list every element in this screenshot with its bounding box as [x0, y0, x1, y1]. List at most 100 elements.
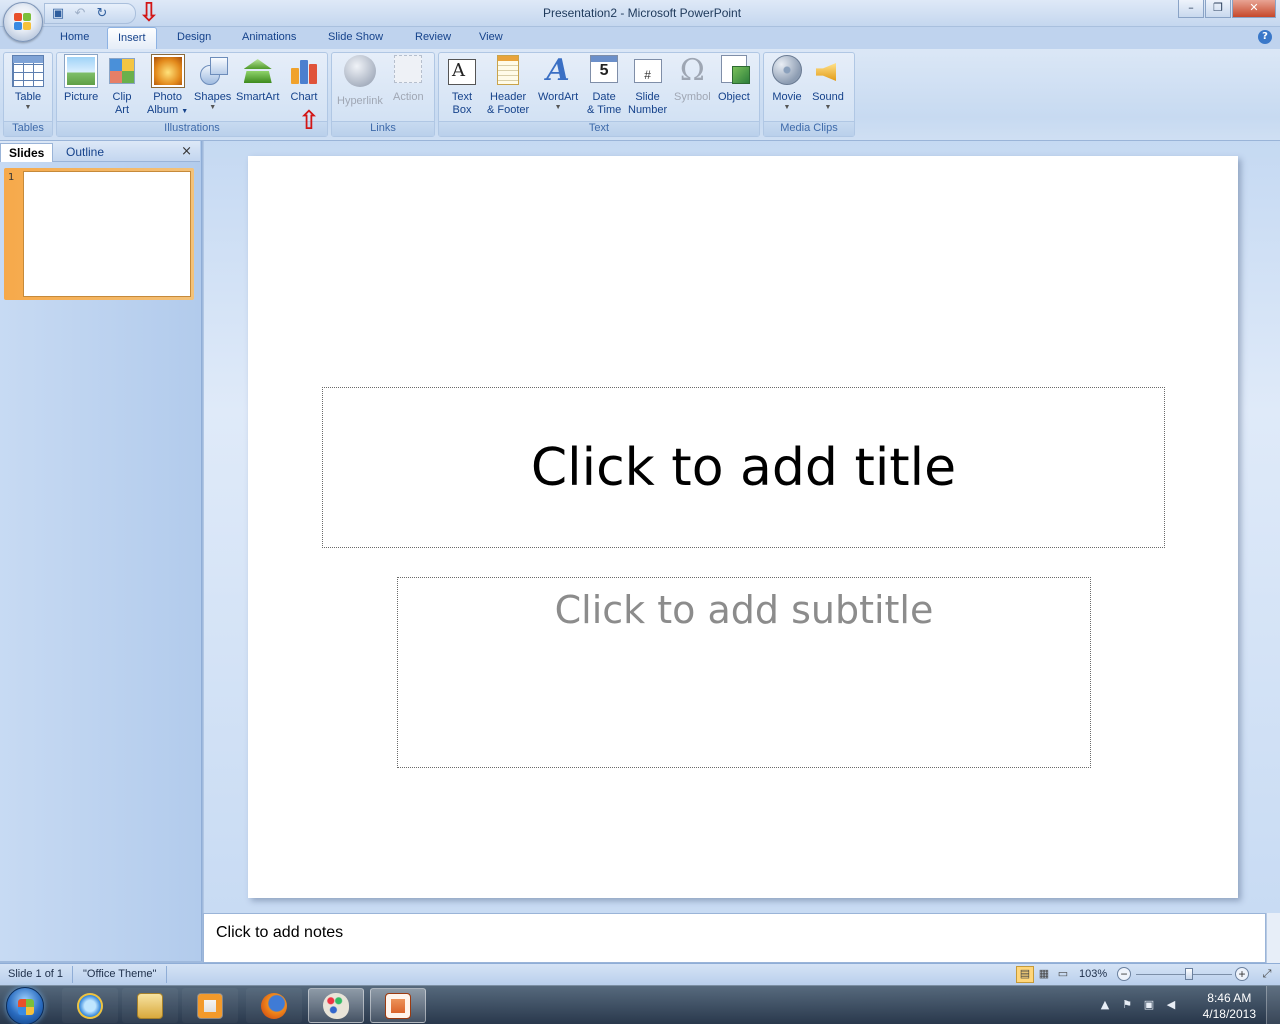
zoom-level[interactable]: 103% — [1079, 968, 1107, 980]
shapes-icon — [197, 55, 229, 87]
folder-icon — [137, 992, 163, 1019]
group-label-media-clips: Media Clips — [764, 121, 854, 136]
show-desktop-button[interactable] — [1266, 986, 1280, 1024]
object-button[interactable]: Object — [718, 55, 750, 104]
object-icon — [720, 55, 750, 84]
table-button[interactable]: Table ▼ — [12, 55, 44, 112]
fit-to-window-icon[interactable]: ⤢ — [1258, 966, 1276, 983]
group-label-links: Links — [332, 121, 434, 136]
action-star-icon — [394, 55, 423, 83]
smartart-button[interactable]: SmartArt — [236, 55, 279, 104]
speaker-icon — [812, 55, 844, 87]
slide-sorter-view-icon[interactable]: ▦ — [1035, 966, 1053, 983]
network-icon[interactable]: ▣ — [1142, 998, 1156, 1012]
calendar-clock-icon: 5 — [590, 55, 619, 83]
photo-album-button[interactable]: Photo Album ▼ — [147, 54, 189, 118]
taskbar-file-explorer[interactable] — [122, 988, 178, 1023]
tab-view[interactable]: View — [479, 31, 503, 43]
taskbar-internet-explorer[interactable] — [62, 988, 118, 1023]
taskbar-clock[interactable]: 8:46 AM 4/18/2013 — [1203, 990, 1256, 1022]
notes-scrollbar[interactable] — [1266, 913, 1280, 963]
close-button[interactable]: ✕ — [1232, 0, 1276, 18]
header-footer-button[interactable]: Header & Footer — [487, 55, 529, 117]
chart-button[interactable]: Chart — [288, 55, 320, 104]
group-text: A Text Box Header & Footer A WordArt ▼ 5… — [438, 52, 760, 137]
title-bar: ▣ ↶ ↻ Presentation2 - Microsoft PowerPoi… — [0, 0, 1280, 27]
subtitle-placeholder[interactable]: Click to add subtitle — [397, 577, 1091, 768]
taskbar-powerpoint[interactable] — [370, 988, 426, 1023]
symbol-button[interactable]: Ω Symbol — [674, 55, 711, 104]
zoom-slider-track[interactable] — [1136, 974, 1232, 975]
ribbon-tab-bar: Home Insert Design Animations Slide Show… — [0, 27, 1280, 50]
window-controls: – ❐ ✕ — [1178, 0, 1276, 18]
slide-thumbnail-selected[interactable]: 1 — [4, 168, 194, 300]
picture-icon — [64, 54, 99, 88]
tab-slide-show[interactable]: Slide Show — [328, 31, 383, 43]
slide-thumbnail[interactable] — [23, 171, 191, 297]
status-bar: Slide 1 of 1 "Office Theme" ▤ ▦ ▭ 103% −… — [0, 963, 1280, 985]
office-button[interactable] — [3, 2, 43, 42]
film-reel-icon — [772, 55, 802, 85]
tab-insert[interactable]: Insert — [107, 27, 157, 50]
slide-number-button[interactable]: # Slide Number — [628, 55, 667, 117]
status-separator — [72, 966, 73, 983]
title-placeholder[interactable]: Click to add title — [322, 387, 1165, 548]
theme-status[interactable]: "Office Theme" — [83, 968, 156, 980]
show-hidden-icons-icon[interactable]: ▲ — [1098, 998, 1112, 1012]
action-center-flag-icon[interactable]: ⚑ — [1120, 998, 1134, 1012]
close-icon[interactable]: × — [181, 144, 192, 159]
taskbar-paint[interactable] — [308, 988, 364, 1023]
group-links: Hyperlink Action Links — [331, 52, 435, 137]
minimize-button[interactable]: – — [1178, 0, 1204, 18]
movie-button[interactable]: Movie ▼ — [772, 55, 802, 112]
action-button[interactable]: Action — [393, 55, 424, 104]
shapes-button[interactable]: Shapes ▼ — [194, 55, 231, 112]
normal-view-icon[interactable]: ▤ — [1016, 966, 1034, 983]
chevron-down-icon: ▼ — [181, 108, 189, 115]
group-label-tables: Tables — [4, 121, 52, 136]
taskbar-media-player[interactable] — [182, 988, 238, 1023]
volume-icon[interactable]: ◀ — [1164, 998, 1178, 1012]
clock-time: 8:46 AM — [1207, 991, 1252, 1005]
date-time-button[interactable]: 5 Date & Time — [587, 55, 621, 117]
wordart-button[interactable]: A WordArt ▼ — [538, 55, 578, 112]
zoom-slider-thumb[interactable] — [1185, 968, 1193, 980]
text-box-button[interactable]: A Text Box — [448, 55, 476, 117]
tab-slides[interactable]: Slides — [0, 143, 54, 162]
text-box-icon: A — [448, 59, 476, 85]
chevron-down-icon: ▼ — [824, 104, 832, 111]
slide-canvas[interactable]: Click to add title Click to add subtitle — [248, 156, 1238, 898]
sound-button[interactable]: Sound ▼ — [812, 55, 844, 112]
help-icon[interactable]: ? — [1258, 30, 1272, 44]
notes-pane[interactable]: Click to add notes — [203, 913, 1266, 963]
clip-art-icon — [109, 58, 135, 84]
tab-outline[interactable]: Outline — [58, 143, 112, 162]
globe-link-icon — [343, 55, 376, 87]
tab-animations[interactable]: Animations — [242, 31, 296, 43]
tab-home[interactable]: Home — [60, 31, 89, 43]
zoom-out-icon[interactable]: − — [1117, 967, 1131, 981]
chevron-down-icon: ▼ — [209, 104, 217, 111]
start-button[interactable] — [6, 987, 44, 1024]
hyperlink-button[interactable]: Hyperlink — [337, 55, 383, 108]
maximize-button[interactable]: ❐ — [1205, 0, 1231, 18]
tab-review[interactable]: Review — [415, 31, 451, 43]
group-tables: Table ▼ Tables — [3, 52, 53, 137]
slide-number-icon: # — [633, 59, 662, 83]
clock-date: 4/18/2013 — [1202, 1007, 1256, 1021]
slides-pane-tabs: Slides Outline × — [0, 141, 200, 162]
group-label-illustrations: Illustrations — [57, 121, 327, 136]
tab-design[interactable]: Design — [177, 31, 211, 43]
internet-explorer-icon — [77, 992, 103, 1019]
taskbar-firefox[interactable] — [246, 988, 302, 1023]
omega-symbol-icon: Ω — [679, 53, 705, 88]
slide-show-view-icon[interactable]: ▭ — [1054, 966, 1072, 983]
windows-taskbar: ▲ ⚑ ▣ ◀ 8:46 AM 4/18/2013 — [0, 985, 1280, 1024]
clip-art-button[interactable]: Clip Art — [109, 55, 135, 117]
slides-pane: Slides Outline × 1 — [0, 141, 202, 961]
zoom-in-icon[interactable]: + — [1235, 967, 1249, 981]
picture-button[interactable]: Picture — [64, 54, 99, 104]
red-arrow-up-icon: ⇧ — [298, 106, 320, 136]
smartart-icon — [242, 55, 274, 87]
header-footer-icon — [497, 55, 520, 85]
